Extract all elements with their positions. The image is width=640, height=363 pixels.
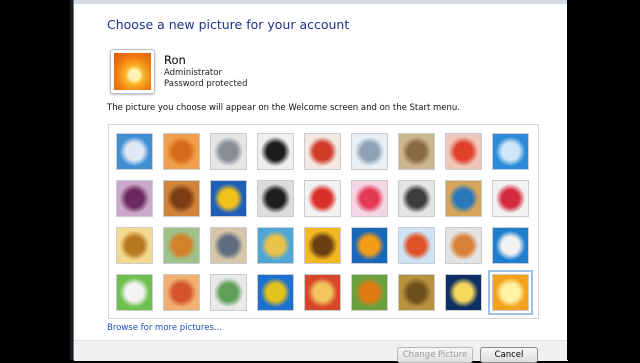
- picture-tile-sailboat[interactable]: [492, 227, 529, 264]
- account-role: Administrator: [164, 68, 222, 78]
- picture-tile-yellow-leaf[interactable]: [210, 180, 247, 217]
- picture-tile-starfish[interactable]: [163, 133, 200, 170]
- picture-tile-guitar[interactable]: [116, 227, 153, 264]
- title-bar-strip: [74, 0, 568, 4]
- change-picture-button[interactable]: Change Picture: [397, 347, 473, 363]
- picture-tile-gyroscope[interactable]: [351, 133, 388, 170]
- picture-tile-marbles[interactable]: [210, 274, 247, 311]
- picture-tile-robot-toy[interactable]: [210, 227, 247, 264]
- picture-tile-vinyl-record[interactable]: [257, 133, 294, 170]
- picture-tile-lucky-cat[interactable]: [304, 133, 341, 170]
- picture-tile-butterfly[interactable]: [351, 274, 388, 311]
- picture-tile-pomeranian[interactable]: [163, 227, 200, 264]
- picture-tile-bird[interactable]: [445, 227, 482, 264]
- cancel-button[interactable]: Cancel: [480, 347, 538, 363]
- picture-tile-puppy-bw[interactable]: [257, 180, 294, 217]
- picture-tile-windmill[interactable]: [492, 133, 529, 170]
- background-left: [0, 0, 73, 360]
- picture-tile-rollercoaster[interactable]: [116, 133, 153, 170]
- picture-tile-sunflower[interactable]: [304, 227, 341, 264]
- picture-tile-origami-crane[interactable]: [492, 180, 529, 217]
- picture-tile-robot-white[interactable]: [210, 133, 247, 170]
- picture-tile-balloon[interactable]: [398, 227, 435, 264]
- picture-tile-pencils[interactable]: [163, 274, 200, 311]
- picture-tile-jacks[interactable]: [398, 180, 435, 217]
- picture-tile-kitten[interactable]: [398, 133, 435, 170]
- picture-tile-fabric[interactable]: [257, 227, 294, 264]
- dialog-window: Choose a new picture for your account Ro…: [73, 0, 568, 363]
- picture-tile-crayons[interactable]: [304, 180, 341, 217]
- picture-tile-wood-blocks[interactable]: [163, 180, 200, 217]
- picture-tile-window[interactable]: [257, 274, 294, 311]
- account-picture: [110, 49, 155, 94]
- browse-more-link[interactable]: Browse for more pictures...: [107, 323, 222, 333]
- picture-tile-red-flower[interactable]: [445, 133, 482, 170]
- account-status: Password protected: [164, 79, 248, 89]
- dialog-heading: Choose a new picture for your account: [107, 17, 350, 32]
- picture-tile-stairs[interactable]: [445, 180, 482, 217]
- account-name: Ron: [164, 53, 186, 67]
- picture-tile-soccer-ball[interactable]: [116, 274, 153, 311]
- picture-tile-pattern[interactable]: [304, 274, 341, 311]
- picture-grid: [108, 124, 539, 319]
- picture-tile-starburst[interactable]: [351, 180, 388, 217]
- account-picture-image: [114, 53, 151, 90]
- picture-tile-ball-purple[interactable]: [116, 180, 153, 217]
- picture-tile-fish[interactable]: [351, 227, 388, 264]
- picture-tile-orange-flower[interactable]: [488, 270, 533, 315]
- picture-description: The picture you choose will appear on th…: [107, 103, 460, 113]
- picture-tile-lighthouse[interactable]: [445, 274, 482, 311]
- picture-tile-nest[interactable]: [398, 274, 435, 311]
- background-right: [567, 0, 640, 360]
